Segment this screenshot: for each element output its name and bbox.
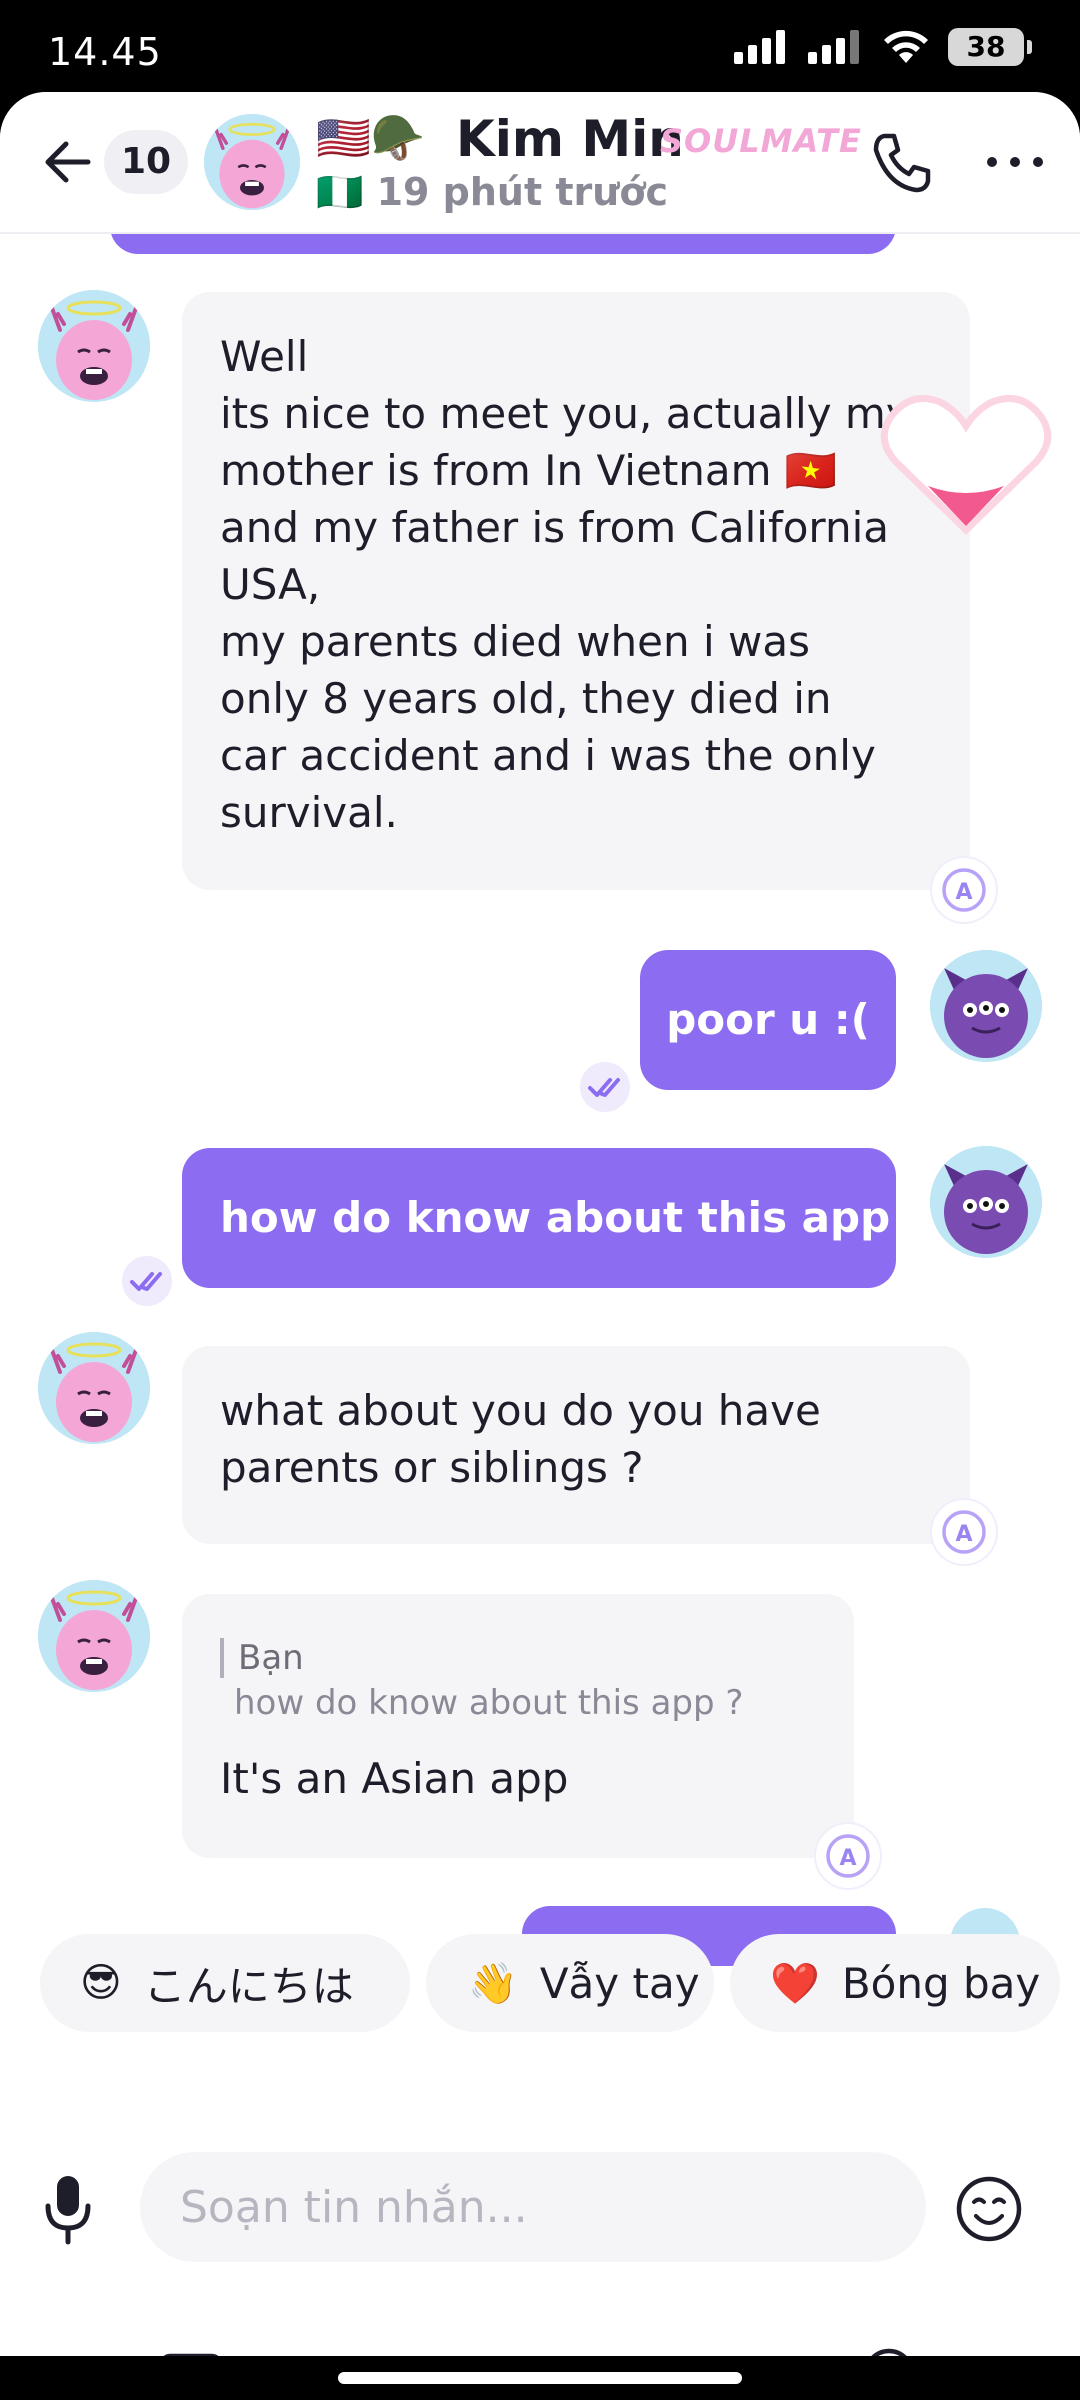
contact-name[interactable]: Kim Min <box>456 110 684 168</box>
quick-reply-label: Bóng bay <box>841 1958 1041 2008</box>
heart-reaction-icon[interactable] <box>876 390 1056 540</box>
reply-message-bubble[interactable]: Bạn how do know about this app ? It's an… <box>182 1594 854 1858</box>
friend-avatar[interactable] <box>38 1332 150 1444</box>
quoted-sender: Bạn <box>220 1638 842 1678</box>
message-line: car accident and i was the only <box>220 731 876 780</box>
translate-icon[interactable]: A <box>932 858 996 922</box>
message-line: Well <box>220 332 309 381</box>
quick-reply-chip[interactable]: 😎 こんにちは <box>40 1934 410 2032</box>
message-input[interactable] <box>140 2152 926 2262</box>
soulmate-badge: SOULMATE <box>660 122 862 160</box>
svg-text:A: A <box>955 880 972 905</box>
chat-header: 10 🇺🇸🪖 Kim Min SOULMATE 🇳🇬 19 phút trước <box>0 92 1080 234</box>
quick-reply-label: Vẫy tay <box>539 1958 700 2008</box>
wifi-icon <box>884 30 928 63</box>
pink-creature-avatar-icon <box>38 1580 150 1692</box>
battery-indicator: 38 <box>948 28 1032 66</box>
chat-screen: 10 🇺🇸🪖 Kim Min SOULMATE 🇳🇬 19 phút trước <box>0 92 1080 2400</box>
outgoing-message-bubble[interactable]: how do know about this app ? <box>182 1148 896 1382</box>
quick-reply-bar: 😎 こんにちは 👋 Vẫy tay ❤️ Bóng bay <box>0 1934 1080 2054</box>
my-avatar[interactable] <box>930 1146 1042 1258</box>
quick-reply-chip[interactable]: ❤️ Bóng bay <box>730 1934 1060 2032</box>
purple-monster-avatar-icon <box>930 950 1042 1062</box>
pink-creature-avatar-icon <box>204 114 300 210</box>
more-options-icon[interactable] <box>980 132 1050 192</box>
pink-creature-avatar-icon <box>38 1332 150 1444</box>
message-line: only 8 years old, they died in <box>220 674 832 723</box>
back-arrow-icon[interactable] <box>38 132 98 192</box>
incoming-message-bubble[interactable]: Well its nice to meet you, actually my m… <box>182 292 970 890</box>
svg-text:A: A <box>955 1522 972 1547</box>
message-line: parents or siblings ? <box>220 1443 644 1492</box>
home-indicator[interactable] <box>338 2372 742 2384</box>
status-icons: 38 <box>734 28 1032 66</box>
status-text: 19 phút trước <box>376 170 668 214</box>
quoted-text: how do know about this app ? <box>234 1683 744 1723</box>
incoming-message-bubble[interactable]: what about you do you have parents or si… <box>182 1346 970 1544</box>
friend-avatar[interactable] <box>38 1580 150 1692</box>
cellular-signal-icon <box>734 30 785 64</box>
friend-avatar[interactable] <box>38 290 150 402</box>
message-line: my parents died when i was <box>220 617 810 666</box>
seen-check-icon <box>122 1256 172 1306</box>
message-line: survival. <box>220 788 398 837</box>
previous-message-bubble <box>110 234 896 254</box>
message-line: mother is from In Vietnam 🇻🇳 <box>220 446 838 495</box>
sunglasses-emoji-icon: 😎 <box>80 1960 122 2006</box>
translate-icon[interactable]: A <box>932 1500 996 1564</box>
red-heart-emoji-icon: ❤️ <box>770 1960 820 2007</box>
outgoing-message-bubble[interactable]: poor u :( <box>640 950 896 1090</box>
quick-reply-chip[interactable]: 👋 Vẫy tay <box>426 1934 714 2032</box>
phone-call-icon[interactable] <box>866 128 936 198</box>
last-seen-status: 🇳🇬 19 phút trước <box>316 170 668 215</box>
emoji-picker-icon[interactable] <box>954 2174 1024 2244</box>
seen-check-icon <box>580 1062 630 1112</box>
message-line: and my father is from California <box>220 503 889 552</box>
status-time: 14.45 <box>48 30 162 74</box>
composer <box>0 2152 1080 2282</box>
quick-reply-label: こんにちは <box>143 1961 354 2011</box>
svg-text:A: A <box>839 1846 856 1871</box>
message-line: what about you do you have <box>220 1386 821 1435</box>
unread-count-badge[interactable]: 10 <box>104 130 188 194</box>
microphone-icon[interactable] <box>38 2170 98 2250</box>
contact-flags: 🇺🇸🪖 <box>316 113 426 164</box>
status-bar: 14.45 38 <box>0 0 1080 100</box>
cellular-signal-2-icon <box>808 30 859 64</box>
message-list[interactable]: Well its nice to meet you, actually my m… <box>0 234 1080 2000</box>
translate-icon[interactable]: A <box>816 1824 880 1888</box>
contact-avatar[interactable] <box>204 114 300 210</box>
pink-creature-avatar-icon <box>38 290 150 402</box>
message-line: its nice to meet you, actually my <box>220 389 911 438</box>
waving-hand-emoji-icon: 👋 <box>468 1960 518 2007</box>
message-line: USA, <box>220 560 321 609</box>
my-avatar[interactable] <box>930 950 1042 1062</box>
message-text: It's an Asian app <box>220 1754 569 1803</box>
status-flag: 🇳🇬 <box>316 170 364 214</box>
purple-monster-avatar-icon <box>930 1146 1042 1258</box>
